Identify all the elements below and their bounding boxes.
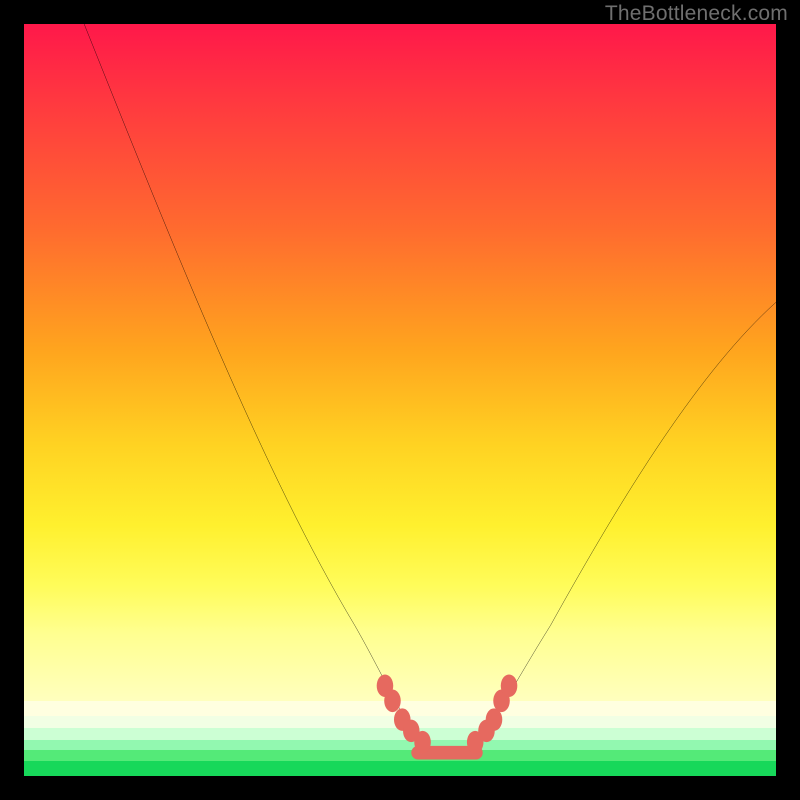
outer-frame: TheBottleneck.com bbox=[0, 0, 800, 800]
marker-left-2 bbox=[384, 690, 401, 713]
bottleneck-curve bbox=[84, 24, 776, 753]
marker-left-5 bbox=[414, 731, 431, 754]
curve-layer bbox=[24, 24, 776, 776]
watermark-text: TheBottleneck.com bbox=[605, 2, 788, 26]
plot-area bbox=[24, 24, 776, 776]
marker-right-5 bbox=[501, 674, 518, 697]
